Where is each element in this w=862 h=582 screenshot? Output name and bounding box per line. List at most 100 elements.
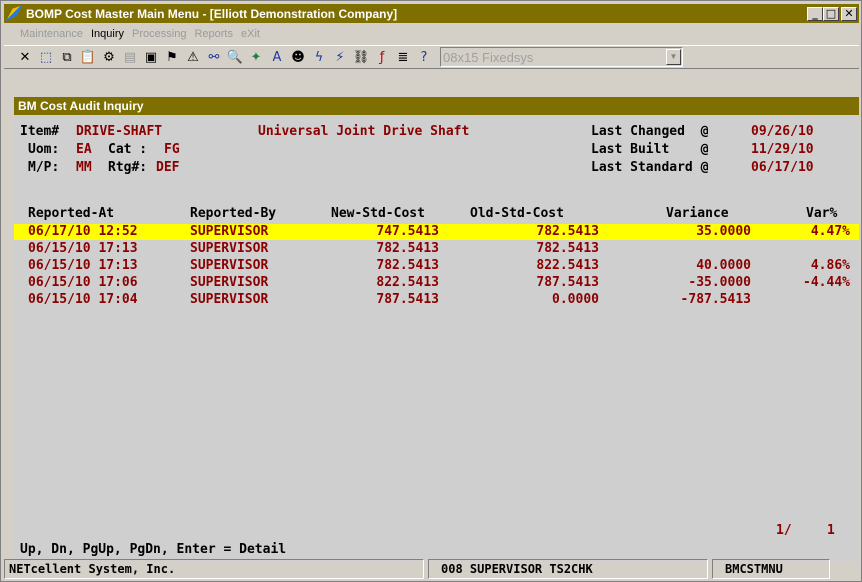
formula-icon[interactable]: ƒ: [373, 48, 391, 66]
cell-reported-by: SUPERVISOR: [190, 224, 269, 239]
chevron-down-icon[interactable]: ▼: [666, 49, 681, 65]
status-program: BMCSTMNU: [712, 559, 830, 579]
last-built-label: Last Built @: [591, 142, 709, 157]
cell-reported-at: 06/15/10 17:13: [28, 258, 138, 273]
uom-label: Uom:: [28, 142, 60, 157]
list-icon[interactable]: ▣: [142, 48, 160, 66]
last-changed-value: 09/26/10: [751, 124, 814, 139]
menu-inquiry[interactable]: Inquiry: [91, 28, 124, 40]
link-icon[interactable]: ⛓: [352, 48, 370, 66]
mp-value: MM: [76, 160, 92, 175]
last-built-value: 11/29/10: [751, 142, 814, 157]
cell-variance: 40.0000: [696, 258, 751, 273]
cell-old-cost: 787.5413: [536, 275, 599, 290]
tools-icon[interactable]: ✦: [247, 48, 265, 66]
toolbar: ✕ ⬚ ⧉ 📋 ⚙ ▤ ▣ ⚑ ⚠ ⚯ 🔍 ✦ A ☻ ϟ ⚡ ⛓ ƒ ≣ ? …: [4, 45, 859, 69]
menu-exit[interactable]: eXit: [241, 28, 260, 40]
status-company: NETcellent System, Inc.: [4, 559, 424, 579]
cell-new-cost: 822.5413: [376, 275, 439, 290]
cell-new-cost: 747.5413: [376, 224, 439, 239]
cell-var-pct: -4.44%: [803, 275, 850, 290]
cell-new-cost: 782.5413: [376, 258, 439, 273]
page-total: 1: [827, 523, 835, 538]
cell-var-pct: 4.86%: [810, 258, 850, 273]
last-standard-value: 06/17/10: [751, 160, 814, 175]
table-row[interactable]: 06/17/10 12:52 SUPERVISOR 747.5413 782.5…: [14, 224, 859, 240]
uom-value: EA: [76, 142, 92, 157]
col-reported-by: Reported-By: [190, 206, 277, 221]
cell-reported-at: 06/15/10 17:04: [28, 292, 138, 307]
alert-icon[interactable]: ⚠: [184, 48, 202, 66]
col-old-std-cost: Old-Std-Cost: [470, 206, 564, 221]
menu-maintenance[interactable]: Maintenance: [20, 28, 83, 40]
last-standard-label: Last Standard @: [591, 160, 709, 175]
cell-old-cost: 782.5413: [536, 241, 599, 256]
lightning-box-icon[interactable]: ⚡: [331, 48, 349, 66]
rtg-label: Rtg#:: [108, 160, 148, 175]
title-bar[interactable]: BOMP Cost Master Main Menu - [Elliott De…: [4, 4, 859, 23]
inquiry-screen: Item# DRIVE-SHAFT Universal Joint Drive …: [14, 115, 859, 562]
cell-reported-at: 06/15/10 17:06: [28, 275, 138, 290]
cell-reported-by: SUPERVISOR: [190, 275, 269, 290]
copy-icon[interactable]: ⧉: [58, 48, 76, 66]
item-value: DRIVE-SHAFT: [76, 124, 163, 139]
page-number: 1/: [776, 523, 792, 538]
menu-reports[interactable]: Reports: [194, 28, 233, 40]
mp-label: M/P:: [28, 160, 60, 175]
cell-reported-at: 06/15/10 17:13: [28, 241, 138, 256]
key-hint: Up, Dn, PgUp, PgDn, Enter = Detail: [20, 542, 287, 557]
menu-processing[interactable]: Processing: [132, 28, 186, 40]
cell-variance: -35.0000: [688, 275, 751, 290]
cat-label: Cat :: [108, 142, 148, 157]
maximize-button[interactable]: □: [823, 6, 839, 21]
cell-reported-by: SUPERVISOR: [190, 258, 269, 273]
cell-reported-by: SUPERVISOR: [190, 292, 269, 307]
col-reported-at: Reported-At: [28, 206, 115, 221]
users-icon[interactable]: ⚑: [163, 48, 181, 66]
cell-var-pct: 4.47%: [810, 224, 850, 239]
cell-variance: -787.5413: [680, 292, 751, 307]
status-bar: NETcellent System, Inc. 008 SUPERVISOR T…: [4, 558, 859, 580]
menu-bar: Maintenance Inquiry Processing Reports e…: [4, 25, 859, 43]
app-icon: [6, 5, 22, 22]
properties-icon[interactable]: ▤: [121, 48, 139, 66]
font-icon[interactable]: A: [268, 48, 286, 66]
rtg-value: DEF: [156, 160, 180, 175]
paste-icon[interactable]: 📋: [79, 48, 97, 66]
help-icon[interactable]: ?: [415, 48, 433, 66]
select-icon[interactable]: ⬚: [37, 48, 55, 66]
cat-value: FG: [164, 142, 180, 157]
col-variance: Variance: [666, 206, 729, 221]
item-description: Universal Joint Drive Shaft: [258, 124, 470, 139]
cell-old-cost: 782.5413: [536, 224, 599, 239]
cell-reported-by: SUPERVISOR: [190, 241, 269, 256]
last-changed-label: Last Changed @: [591, 124, 709, 139]
col-var-pct: Var%: [806, 206, 838, 221]
cell-reported-at: 06/17/10 12:52: [28, 224, 138, 239]
settings-icon[interactable]: ⚙: [100, 48, 118, 66]
cell-new-cost: 782.5413: [376, 241, 439, 256]
font-select-value: 08x15 Fixedsys: [443, 49, 534, 65]
binoculars-icon[interactable]: ⚯: [205, 48, 223, 66]
close-x-icon[interactable]: ✕: [16, 48, 34, 66]
cell-old-cost: 0.0000: [552, 292, 599, 307]
close-button[interactable]: ✕: [841, 6, 857, 21]
item-label: Item#: [20, 124, 60, 139]
window-controls: _ □ ✕: [807, 6, 857, 21]
panel-title: BM Cost Audit Inquiry: [14, 97, 859, 115]
cell-old-cost: 822.5413: [536, 258, 599, 273]
table-row[interactable]: 06/15/10 17:13 SUPERVISOR 782.5413 782.5…: [14, 241, 859, 257]
app-window: BOMP Cost Master Main Menu - [Elliott De…: [0, 0, 862, 582]
minimize-button[interactable]: _: [807, 6, 823, 21]
cell-variance: 35.0000: [696, 224, 751, 239]
window-title: BOMP Cost Master Main Menu - [Elliott De…: [26, 6, 398, 21]
font-select[interactable]: 08x15 Fixedsys ▼: [440, 47, 683, 67]
notes-icon[interactable]: ≣: [394, 48, 412, 66]
zoom-icon[interactable]: 🔍: [226, 48, 244, 66]
table-row[interactable]: 06/15/10 17:13 SUPERVISOR 782.5413 822.5…: [14, 258, 859, 274]
face-icon[interactable]: ☻: [289, 48, 307, 66]
lightning-icon[interactable]: ϟ: [310, 48, 328, 66]
table-row[interactable]: 06/15/10 17:04 SUPERVISOR 787.5413 0.000…: [14, 292, 859, 308]
table-row[interactable]: 06/15/10 17:06 SUPERVISOR 822.5413 787.5…: [14, 275, 859, 291]
cell-new-cost: 787.5413: [376, 292, 439, 307]
